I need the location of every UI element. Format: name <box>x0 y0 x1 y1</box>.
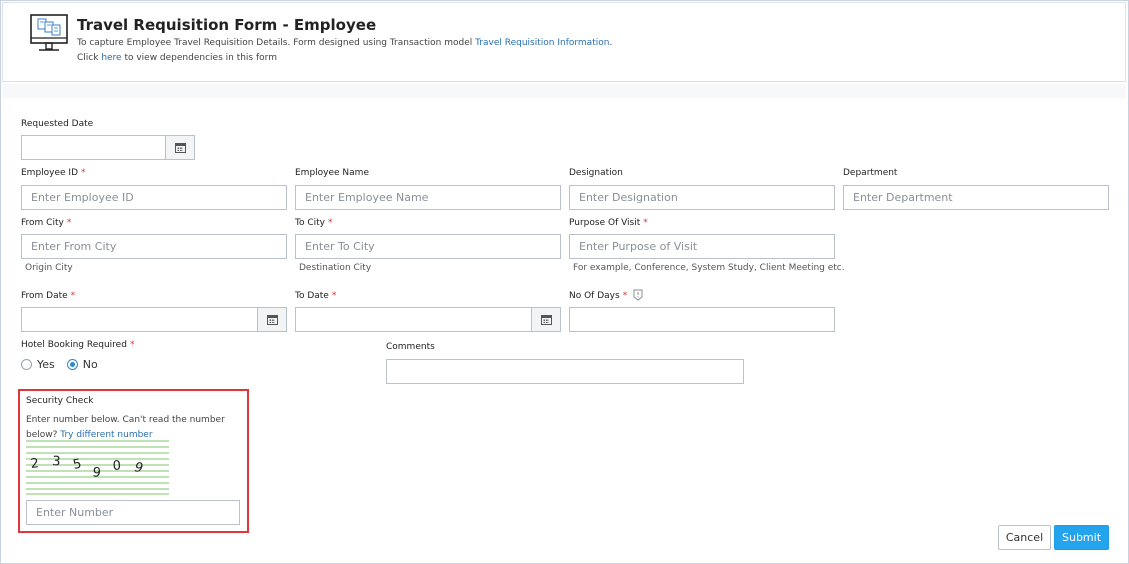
hotel-booking-label: Hotel Booking Required * <box>21 340 134 350</box>
from-date-label-text: From Date <box>21 291 68 301</box>
required-marker: * <box>327 218 333 228</box>
captcha-digit: 2 <box>30 456 40 472</box>
captcha-digit: 0 <box>112 458 121 474</box>
no-of-days-label: No Of Days * <box>569 291 627 301</box>
hotel-booking-no-radio[interactable] <box>66 359 78 370</box>
requested-date-calendar-button[interactable] <box>165 135 195 160</box>
purpose-label: Purpose Of Visit * <box>569 218 648 228</box>
hotel-booking-radio-group: Yes No <box>21 358 110 371</box>
required-marker: * <box>643 218 648 228</box>
calculated-field-icon[interactable] <box>633 289 643 301</box>
to-date-calendar-button[interactable] <box>531 307 561 332</box>
to-city-label: To City * <box>295 218 332 228</box>
requested-date-label-text: Requested Date <box>21 119 94 129</box>
form-header: Travel Requisition Form - Employee To ca… <box>2 2 1126 82</box>
comments-textarea[interactable] <box>386 359 744 384</box>
hotel-booking-label-text: Hotel Booking Required <box>21 340 127 350</box>
calendar-icon <box>266 314 278 325</box>
designation-label: Designation <box>569 168 623 178</box>
requested-date-input[interactable] <box>21 135 166 160</box>
captcha-digit: 9 <box>133 460 144 476</box>
to-city-input[interactable] <box>295 234 561 259</box>
submit-button[interactable]: Submit <box>1054 525 1109 550</box>
requested-date-label: Requested Date <box>21 119 93 129</box>
transaction-model-link[interactable]: Travel Requisition Information <box>475 38 609 48</box>
from-city-label: From City * <box>21 218 71 228</box>
to-date-label-text: To Date <box>295 291 329 301</box>
from-date-calendar-button[interactable] <box>257 307 287 332</box>
comments-label-text: Comments <box>386 342 435 352</box>
no-of-days-input[interactable] <box>569 307 835 332</box>
click-text: Click <box>77 53 102 63</box>
required-marker: * <box>622 291 628 301</box>
from-date-label: From Date * <box>21 291 75 301</box>
required-marker: * <box>70 291 76 301</box>
from-city-help: Origin City <box>25 263 73 273</box>
designation-label-text: Designation <box>569 168 623 178</box>
from-city-input[interactable] <box>21 234 287 259</box>
no-of-days-label-text: No Of Days <box>569 291 620 301</box>
from-city-label-text: From City <box>21 218 64 228</box>
employee-name-input[interactable] <box>295 185 561 210</box>
from-date-input[interactable] <box>21 307 258 332</box>
department-label-text: Department <box>843 168 898 178</box>
cancel-button[interactable]: Cancel <box>998 525 1051 550</box>
captcha-digit: 9 <box>91 465 101 481</box>
required-marker: * <box>129 340 135 350</box>
to-city-help: Destination City <box>299 263 372 273</box>
purpose-input[interactable] <box>569 234 835 259</box>
required-marker: * <box>81 168 86 178</box>
hotel-booking-yes-radio[interactable] <box>21 359 32 370</box>
calendar-icon <box>174 142 186 153</box>
monitor-forms-icon <box>30 14 68 51</box>
required-marker: * <box>66 218 72 228</box>
calendar-icon <box>540 314 552 325</box>
security-check-panel: Security Check Enter number below. Can't… <box>18 389 249 533</box>
description-text: To capture Employee Travel Requisition D… <box>77 38 476 48</box>
department-label: Department <box>843 168 897 178</box>
comments-label: Comments <box>386 342 435 352</box>
captcha-digit: 3 <box>52 454 61 470</box>
purpose-label-text: Purpose Of Visit <box>569 218 641 228</box>
security-check-title: Security Check <box>26 396 94 406</box>
to-date-label: To Date * <box>295 291 336 301</box>
captcha-number-input[interactable] <box>26 500 240 525</box>
required-marker: * <box>331 291 337 301</box>
page-title: Travel Requisition Form - Employee <box>77 16 377 34</box>
employee-name-label: Employee Name <box>295 168 369 178</box>
to-date-input[interactable] <box>295 307 532 332</box>
employee-name-label-text: Employee Name <box>295 168 369 178</box>
employee-id-input[interactable] <box>21 185 287 210</box>
department-input[interactable] <box>843 185 1109 210</box>
dependencies-here-link[interactable]: here <box>101 53 121 63</box>
employee-id-label-text: Employee ID <box>21 168 79 178</box>
dependencies-note: Click here to view dependencies in this … <box>77 53 277 63</box>
dependencies-text: to view dependencies in this form <box>121 53 277 63</box>
description-suffix: . <box>609 38 613 48</box>
purpose-help: For example, Conference, System Study, C… <box>573 263 845 273</box>
header-divider-strip <box>2 84 1126 98</box>
hotel-booking-yes-label[interactable]: Yes <box>37 358 55 371</box>
page-description: To capture Employee Travel Requisition D… <box>77 38 612 48</box>
employee-id-label: Employee ID * <box>21 168 86 178</box>
hotel-booking-no-label[interactable]: No <box>83 358 98 371</box>
to-city-label-text: To City <box>295 218 325 228</box>
designation-input[interactable] <box>569 185 835 210</box>
captcha-image: 2 3 5 9 0 9 <box>26 440 169 495</box>
